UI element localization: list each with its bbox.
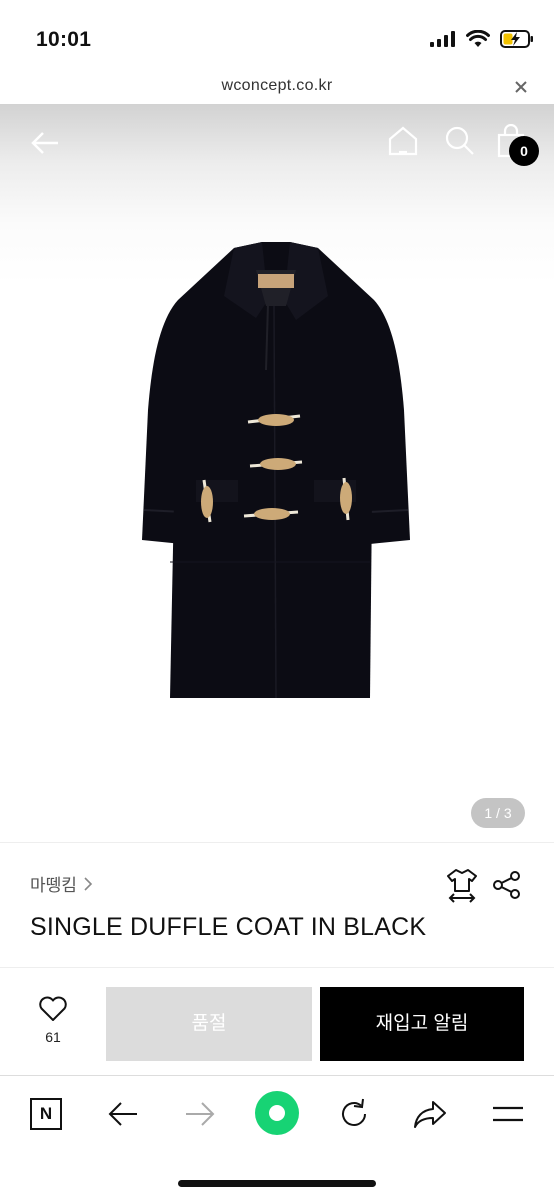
naver-home-icon[interactable]: N bbox=[26, 1094, 66, 1134]
share-icon[interactable] bbox=[492, 870, 522, 900]
home-indicator bbox=[178, 1180, 376, 1187]
green-dot-icon[interactable] bbox=[254, 1090, 300, 1136]
product-title: SINGLE DUFFLE COAT IN BLACK bbox=[30, 913, 427, 941]
product-nav: 0 bbox=[0, 104, 554, 184]
like-count: 61 bbox=[45, 1029, 61, 1045]
like-button[interactable]: 61 bbox=[30, 996, 76, 1045]
product-image bbox=[142, 242, 410, 699]
naver-label: N bbox=[39, 1104, 53, 1123]
wifi-icon bbox=[466, 30, 490, 47]
heart-icon bbox=[39, 996, 67, 1021]
browser-back-icon[interactable] bbox=[103, 1094, 143, 1134]
cellular-signal-icon bbox=[430, 31, 455, 47]
url-bar[interactable]: wconcept.co.kr bbox=[0, 70, 554, 104]
url-text[interactable]: wconcept.co.kr bbox=[222, 77, 333, 94]
battery-charging-icon bbox=[500, 30, 533, 48]
status-bar: 10:01 bbox=[0, 0, 554, 70]
back-arrow-icon[interactable] bbox=[28, 126, 62, 160]
brand-link[interactable]: 마뗑킴 bbox=[30, 871, 93, 896]
product-info: 마뗑킴 SINGLE DUFFLE COAT IN BLACK bbox=[0, 842, 554, 968]
restock-alert-button[interactable]: 재입고 알림 bbox=[320, 987, 524, 1061]
menu-icon[interactable] bbox=[488, 1094, 528, 1134]
image-pager-indicator: 1 / 3 bbox=[471, 798, 525, 828]
chevron-right-icon bbox=[84, 876, 93, 891]
home-icon[interactable] bbox=[386, 124, 420, 158]
soldout-button[interactable]: 품절 bbox=[106, 987, 312, 1061]
brand-name[interactable]: 마뗑킴 bbox=[30, 871, 77, 896]
bag-count-badge: 0 bbox=[509, 136, 539, 166]
refresh-icon[interactable] bbox=[334, 1094, 374, 1134]
size-guide-icon[interactable] bbox=[446, 867, 478, 903]
status-time: 10:01 bbox=[36, 28, 92, 51]
status-icons bbox=[430, 30, 534, 48]
browser-forward-icon[interactable] bbox=[180, 1094, 220, 1134]
search-icon[interactable] bbox=[443, 124, 477, 158]
product-gallery[interactable]: 0 1 / 3 bbox=[0, 104, 554, 842]
purchase-action-bar: 61 품절 재입고 알림 bbox=[0, 968, 554, 1076]
share-arrow-icon[interactable] bbox=[410, 1094, 450, 1134]
browser-toolbar: N bbox=[0, 1076, 554, 1200]
close-icon[interactable] bbox=[510, 76, 532, 98]
